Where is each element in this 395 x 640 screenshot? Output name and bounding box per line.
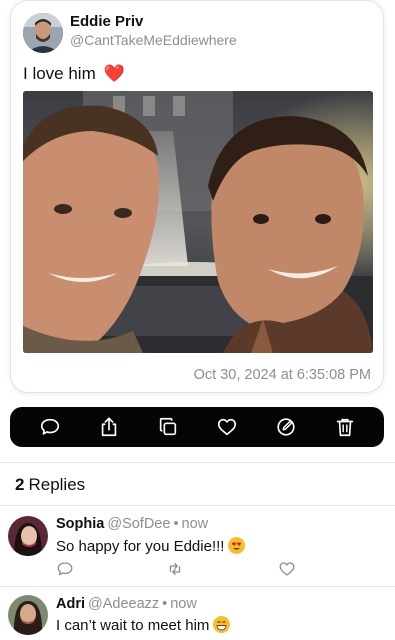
comment-icon[interactable] [56, 560, 74, 578]
reply-time: now [170, 596, 197, 612]
author-handle[interactable]: @CantTakeMeEddiewhere [70, 32, 237, 48]
heart-icon [217, 418, 236, 436]
reply-item[interactable]: Sophia @SofDee • now So happy for you Eddie… [0, 506, 395, 586]
reply-author-name[interactable]: Sophia [56, 516, 104, 532]
post-photo[interactable] [23, 91, 373, 353]
post-action-bar [10, 407, 384, 447]
reply-text-body: I can’t wait to meet him [56, 617, 210, 634]
reply-meta: Sophia @SofDee • now [56, 516, 208, 532]
reply-text: So happy for you Eddie!!! [56, 537, 246, 555]
reply-avatar-photo [8, 516, 48, 556]
reply-author-name[interactable]: Adri [56, 596, 85, 612]
reply-time: now [181, 516, 209, 532]
reply-avatar[interactable] [8, 516, 48, 556]
copy-button[interactable] [154, 413, 182, 441]
reply-author-handle[interactable]: @SofDee [107, 516, 170, 532]
red-heart-emoji: ❤️ [103, 64, 125, 83]
like-button[interactable] [213, 413, 241, 441]
comment-icon [40, 418, 59, 435]
separator-dot: • [173, 516, 179, 532]
reply-button[interactable] [36, 413, 64, 441]
replies-label: Replies [28, 475, 86, 494]
reply-meta: Adri @Adeeazz • now [56, 596, 197, 612]
replies-header: 2 Replies [15, 475, 85, 495]
author-name[interactable]: Eddie Priv [70, 13, 143, 30]
post-text-body: I love him [23, 64, 96, 83]
section-divider [0, 462, 395, 463]
trash-icon [336, 418, 353, 437]
edit-button[interactable] [272, 413, 300, 441]
reply-actions [56, 560, 296, 580]
reply-text-body: So happy for you Eddie!!! [56, 538, 225, 555]
separator-dot: • [162, 596, 168, 612]
heart-icon[interactable] [278, 560, 296, 578]
replies-count: 2 [15, 475, 25, 494]
share-button[interactable] [95, 413, 123, 441]
reply-avatar-photo [8, 595, 48, 635]
reply-author-handle[interactable]: @Adeeazz [88, 596, 159, 612]
post-text: I love him ❤️ [23, 64, 125, 84]
reply-item[interactable]: Adri @Adeeazz • now I can’t wait to meet hi… [0, 587, 395, 640]
author-avatar-photo [23, 13, 63, 53]
edit-icon [276, 418, 295, 436]
delete-button[interactable] [331, 413, 359, 441]
repost-icon[interactable] [166, 560, 184, 578]
reply-text: I can’t wait to meet him [56, 616, 231, 634]
author-avatar[interactable] [23, 13, 63, 53]
grin-emoji-art [216, 621, 227, 631]
grin-emoji [213, 616, 231, 633]
heart-eyes-emoji-art [232, 542, 242, 550]
share-icon [101, 417, 116, 437]
post-timestamp: Oct 30, 2024 at 6:35:08 PM [193, 367, 371, 383]
post-card: Eddie Priv @CantTakeMeEddiewhere I love … [10, 0, 384, 393]
heart-eyes-emoji [228, 537, 246, 554]
post-photo-image [23, 91, 373, 353]
reply-avatar[interactable] [8, 595, 48, 635]
copy-icon [159, 417, 176, 436]
